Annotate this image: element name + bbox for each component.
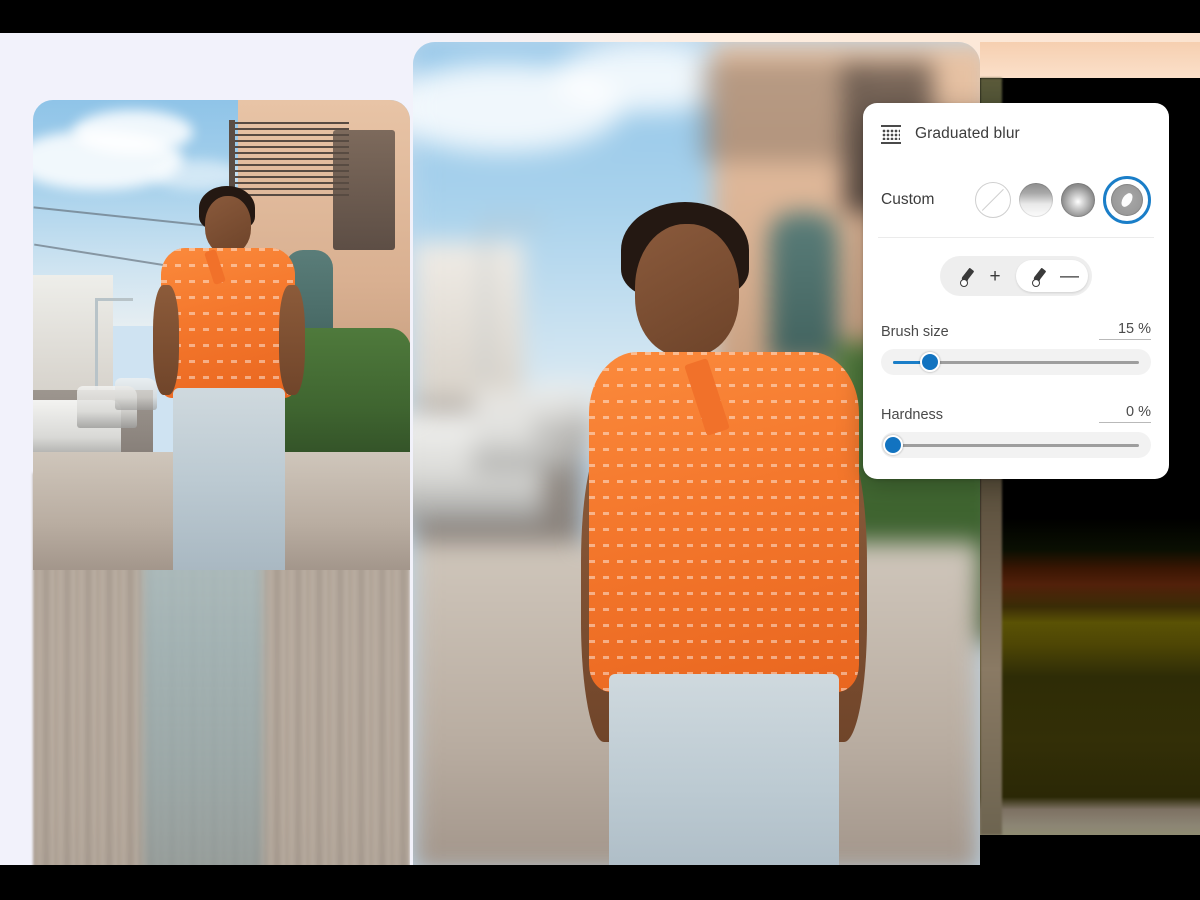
hardness-value-field[interactable]: 0 % (1099, 404, 1151, 423)
hardness-slider-block: Hardness 0 % (863, 401, 1169, 458)
original-photo-thumbnail[interactable] (33, 100, 410, 570)
bottom-letterbox-bar (0, 865, 1200, 900)
plus-icon: + (989, 265, 1001, 287)
hardness-slider[interactable] (881, 432, 1151, 458)
panel-header: Graduated blur (863, 103, 1169, 151)
brush-add-button[interactable]: + (944, 260, 1016, 292)
brush-subtract-button[interactable]: — (1016, 260, 1088, 292)
brush-size-header: Brush size 15 % (881, 318, 1151, 340)
brush-size-slider[interactable] (881, 349, 1151, 375)
brush-size-track[interactable] (893, 352, 1139, 372)
street-scene-sharp (33, 100, 410, 570)
brush-icon (1030, 266, 1050, 287)
custom-label: Custom (881, 191, 935, 208)
preset-swatch-group (975, 176, 1151, 224)
panel-title: Graduated blur (915, 125, 1020, 142)
top-letterbox-bar (0, 0, 1200, 33)
minus-icon: — (1060, 265, 1079, 287)
canvas: Graduated blur Custom + — Brush size 15 … (0, 0, 1200, 900)
preset-custom-swatch-selected[interactable] (1103, 176, 1151, 224)
brush-icon (958, 266, 978, 287)
brush-size-label: Brush size (881, 324, 949, 340)
hardness-header: Hardness 0 % (881, 401, 1151, 423)
hardness-thumb[interactable] (883, 435, 903, 455)
custom-ellipse-icon (1111, 184, 1143, 216)
preset-none-swatch[interactable] (975, 182, 1011, 218)
brush-size-slider-block: Brush size 15 % (863, 318, 1169, 375)
hardness-track[interactable] (883, 435, 1139, 455)
graduated-blur-panel: Graduated blur Custom + — Brush size 15 … (863, 103, 1169, 479)
preset-linear-swatch[interactable] (1019, 183, 1053, 217)
brush-segmented-control: + — (940, 256, 1092, 296)
brush-mode-toolbar: + — (863, 256, 1169, 296)
panel-divider (878, 237, 1154, 238)
original-photo-region (0, 33, 410, 865)
custom-preset-row: Custom (863, 176, 1169, 224)
brush-size-value-field[interactable]: 15 % (1099, 321, 1151, 340)
hardness-label: Hardness (881, 407, 944, 423)
brush-size-thumb[interactable] (919, 352, 940, 372)
preset-radial-swatch[interactable] (1061, 183, 1095, 217)
dither-grid-icon (881, 124, 901, 144)
